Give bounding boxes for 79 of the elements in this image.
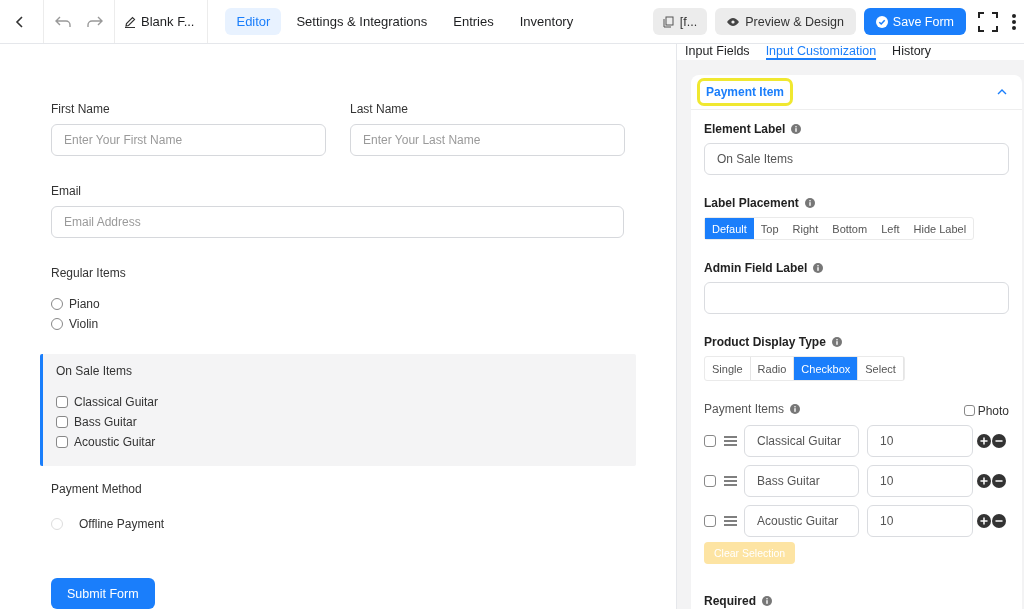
input-field[interactable]: On Sale Items <box>704 143 1009 175</box>
chevron-icon[interactable] <box>997 89 1007 95</box>
add-icon[interactable] <box>977 434 991 448</box>
panel-tab[interactable]: Input Fields <box>685 44 750 60</box>
copy-icon <box>662 15 674 28</box>
pencil-icon <box>124 15 136 28</box>
card-title[interactable]: Payment Item <box>697 78 794 106</box>
info-icon <box>791 124 802 134</box>
setting-label: Required <box>704 594 756 608</box>
setting-label: Element Label <box>704 122 786 136</box>
field-label: Payment Method <box>51 482 143 496</box>
checkbox[interactable] <box>704 515 716 527</box>
setting-label: Label Placement <box>704 196 799 210</box>
field-label: Email <box>51 184 82 198</box>
setting-label: Payment Items <box>704 402 785 416</box>
option-label: Bass Guitar <box>74 415 137 429</box>
shortcode-button[interactable]: [f... <box>652 8 708 35</box>
check-circle-icon <box>875 15 888 28</box>
segment-button[interactable]: Left <box>874 218 907 239</box>
preview-button[interactable]: Preview & Design <box>715 8 856 35</box>
segment-button[interactable]: Select <box>858 357 904 380</box>
nav-tab[interactable]: Settings & Integrations <box>285 8 439 35</box>
checkbox-label: Photo <box>977 403 1009 418</box>
input-field[interactable]: Acoustic Guitar <box>744 505 859 537</box>
save-button[interactable]: Save Form <box>863 8 966 35</box>
info-icon <box>790 404 801 414</box>
segment-button[interactable]: Bottom <box>825 218 875 239</box>
nav-tab[interactable]: Inventory <box>508 8 585 35</box>
segment-button[interactable]: Default <box>705 218 754 239</box>
submit-button[interactable]: Submit Form <box>51 578 155 609</box>
option-label: Piano <box>69 297 100 311</box>
drag-handle-icon[interactable] <box>724 516 737 526</box>
info-icon <box>831 337 842 347</box>
segment-button[interactable]: Top <box>753 218 786 239</box>
option-label: Classical Guitar <box>74 395 159 409</box>
checkbox[interactable] <box>56 416 68 428</box>
remove-icon[interactable] <box>992 434 1006 448</box>
checkbox[interactable] <box>704 475 716 487</box>
option-label: Offline Payment <box>79 517 165 531</box>
option-label: Acoustic Guitar <box>74 435 156 449</box>
info-icon <box>813 263 824 273</box>
segment-button[interactable]: Right <box>785 218 826 239</box>
setting-label: Admin Field Label <box>704 261 808 275</box>
input-field[interactable]: Enter Your First Name <box>51 124 326 156</box>
setting-label: Product Display Type <box>704 335 826 349</box>
input-field[interactable]: 10 <box>867 505 973 537</box>
info-icon <box>804 198 815 208</box>
field-label: Regular Items <box>51 266 127 280</box>
add-icon[interactable] <box>977 514 991 528</box>
checkbox[interactable] <box>704 435 716 447</box>
input-field[interactable]: 10 <box>867 465 973 497</box>
input-field[interactable]: Classical Guitar <box>744 425 859 457</box>
input-field[interactable] <box>704 282 1009 314</box>
remove-icon[interactable] <box>992 474 1006 488</box>
drag-handle-icon[interactable] <box>724 476 737 486</box>
add-icon[interactable] <box>977 474 991 488</box>
input-field[interactable]: Bass Guitar <box>744 465 859 497</box>
eye-icon <box>727 17 740 26</box>
field-label: Last Name <box>350 102 410 116</box>
info-icon <box>762 596 772 606</box>
field-label: First Name <box>51 102 111 116</box>
remove-icon[interactable] <box>992 514 1006 528</box>
option-label: Violin <box>69 317 99 331</box>
panel-tab[interactable]: Input Customization <box>765 44 877 60</box>
segment-button[interactable]: Hide Label <box>906 218 974 239</box>
drag-handle-icon[interactable] <box>724 436 737 446</box>
input-field[interactable]: Email Address <box>51 206 624 238</box>
active-field-block[interactable]: On Sale Items Classical Guitar Bass Guitar Acoustic Guitar <box>40 354 636 466</box>
checkbox[interactable] <box>56 436 68 448</box>
segment-button[interactable]: Checkbox <box>794 357 859 380</box>
segment-button[interactable]: Single <box>705 357 751 380</box>
field-label: On Sale Items <box>56 364 134 378</box>
nav-tab[interactable]: Entries <box>442 8 505 35</box>
input-field[interactable]: 10 <box>867 425 973 457</box>
checkbox[interactable] <box>963 405 975 416</box>
panel-tab[interactable]: History <box>892 44 931 60</box>
form-title[interactable]: Blank F... <box>141 14 195 29</box>
input-field[interactable]: Enter Your Last Name <box>350 124 625 156</box>
checkbox[interactable] <box>56 396 68 408</box>
